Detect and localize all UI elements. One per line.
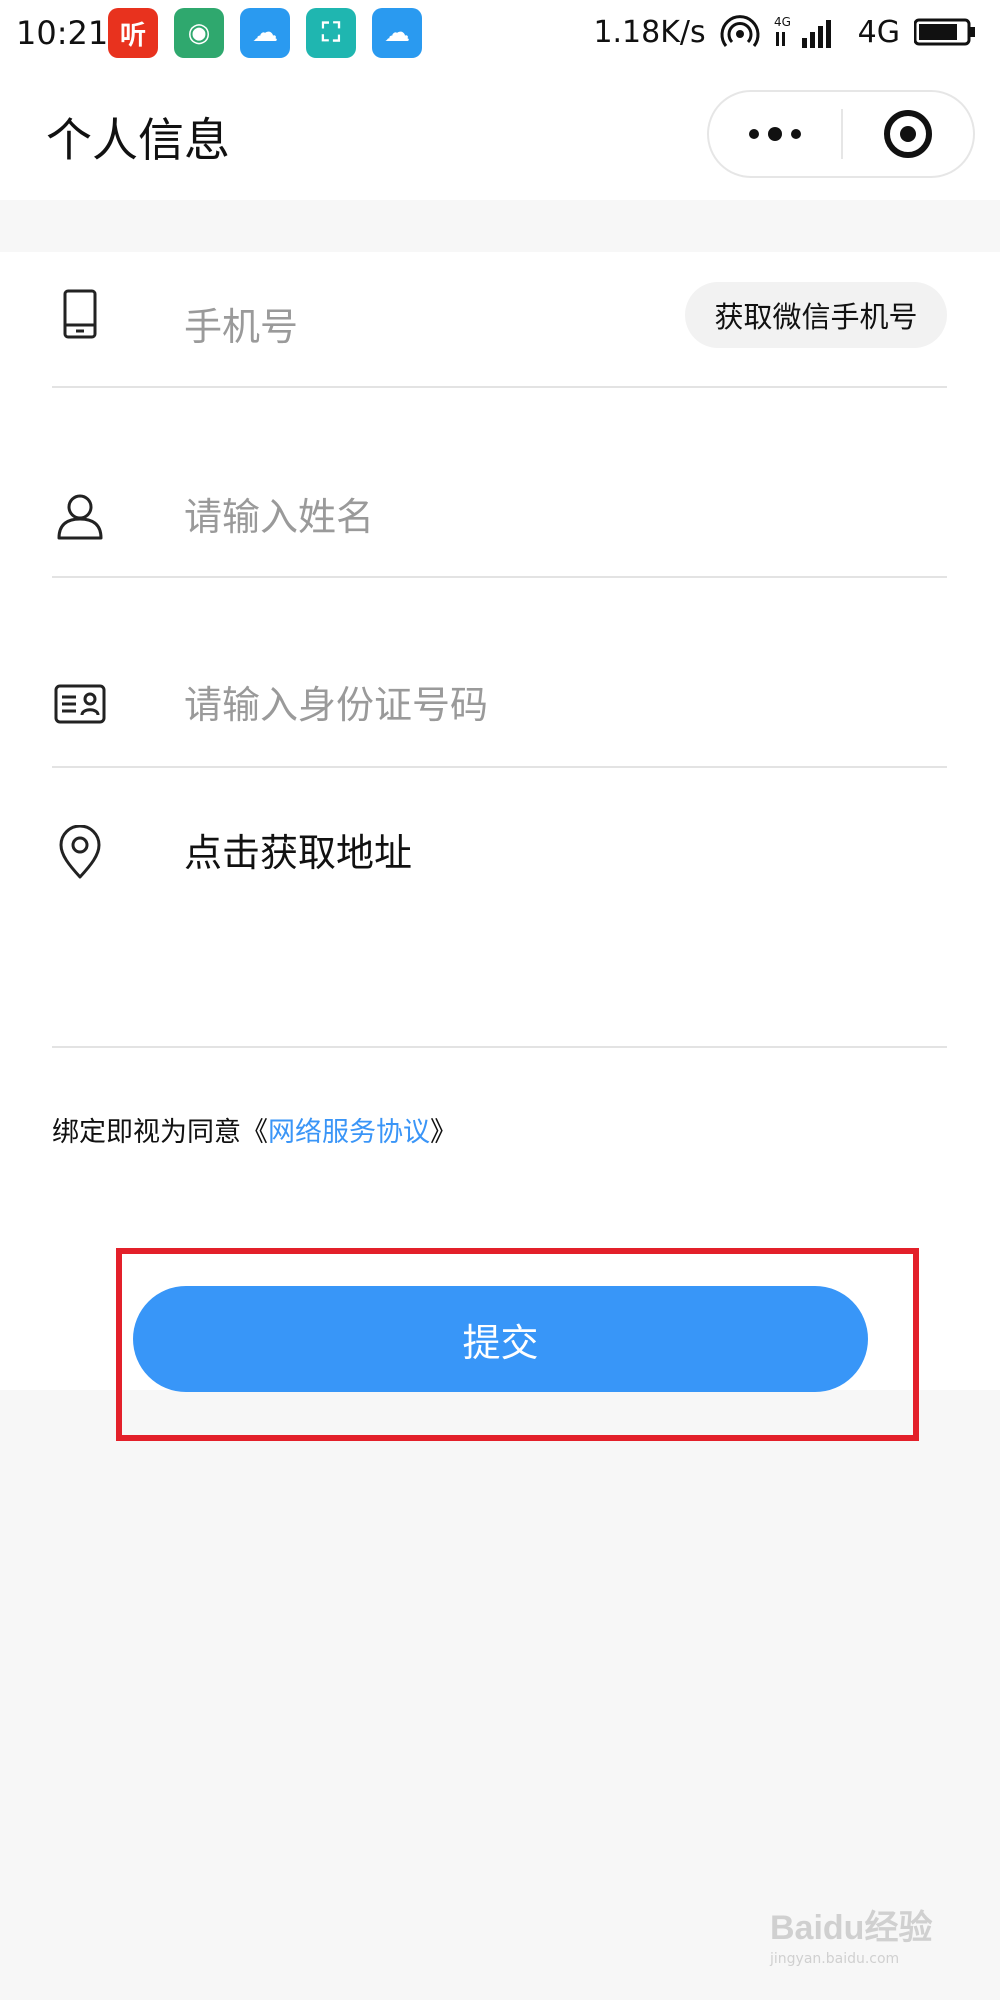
get-wechat-phone-button[interactable]: 获取微信手机号 bbox=[685, 282, 947, 348]
name-row: 请输入姓名 bbox=[52, 388, 947, 578]
status-right: 1.18K/s 4G 4G bbox=[593, 12, 976, 52]
page-title: 个人信息 bbox=[46, 113, 230, 167]
agreement-prefix: 绑定即视为同意《 bbox=[52, 1117, 268, 1148]
miniprogram-capsule bbox=[707, 90, 975, 178]
watermark-url: jingyan.baidu.com bbox=[770, 1951, 900, 1967]
id-number-input[interactable]: 请输入身份证号码 bbox=[184, 674, 488, 729]
more-dot-icon bbox=[749, 129, 759, 139]
agreement-suffix: 》 bbox=[430, 1117, 457, 1148]
cell-signal-icon: 4G bbox=[774, 15, 831, 48]
svg-text:4G: 4G bbox=[774, 15, 791, 29]
phone-input[interactable]: 手机号 bbox=[184, 296, 298, 351]
battery-icon bbox=[914, 18, 975, 46]
weather-app-icon-2: ☁ bbox=[372, 8, 422, 58]
more-button[interactable] bbox=[709, 92, 841, 176]
service-agreement-link[interactable]: 网络服务协议 bbox=[268, 1117, 430, 1148]
network-type: 4G bbox=[857, 14, 900, 50]
more-dot-icon bbox=[791, 129, 801, 139]
phone-icon bbox=[52, 286, 108, 342]
agreement-text: 绑定即视为同意《网络服务协议》 bbox=[52, 1110, 457, 1149]
id-card-row: 请输入身份证号码 bbox=[52, 578, 947, 768]
person-icon bbox=[52, 488, 108, 544]
weather-app-icon: ☁ bbox=[240, 8, 290, 58]
network-speed: 1.18K/s bbox=[593, 14, 706, 50]
scan-app-icon: ⛶ bbox=[306, 8, 356, 58]
address-row[interactable]: 点击获取地址 bbox=[52, 768, 947, 1048]
location-pin-icon bbox=[52, 824, 108, 880]
target-icon bbox=[884, 110, 932, 158]
watermark: Baidu经验 jingyan.baidu.com bbox=[770, 1900, 950, 1980]
name-input[interactable]: 请输入姓名 bbox=[184, 486, 374, 541]
target-dot bbox=[900, 126, 916, 142]
nav-bar: 个人信息 bbox=[0, 70, 1000, 200]
submit-button[interactable]: 提交 bbox=[133, 1286, 868, 1392]
watermark-logo: Baidu经验 bbox=[770, 1909, 933, 1947]
hotspot-icon bbox=[720, 15, 760, 47]
phone-row: 手机号 获取微信手机号 bbox=[52, 252, 947, 388]
form-card: 手机号 获取微信手机号 请输入姓名 请输入身份证号码 点击获取地址 绑定即视为同… bbox=[0, 252, 1000, 1392]
id-card-icon bbox=[52, 676, 108, 732]
get-address-label[interactable]: 点击获取地址 bbox=[184, 822, 412, 877]
more-dot-icon bbox=[768, 127, 782, 141]
status-time: 10:21 bbox=[16, 14, 109, 52]
signal-app-icon: ◉ bbox=[174, 8, 224, 58]
close-miniprogram-button[interactable] bbox=[843, 92, 973, 176]
ting-app-icon: 听 bbox=[108, 8, 158, 58]
page: 10:21 听 ◉ ☁ ⛶ ☁ 1.18K/s 4G 4G 个人信息 手机号 获… bbox=[0, 0, 1000, 2000]
status-bar: 10:21 听 ◉ ☁ ⛶ ☁ 1.18K/s 4G 4G bbox=[0, 0, 1000, 70]
